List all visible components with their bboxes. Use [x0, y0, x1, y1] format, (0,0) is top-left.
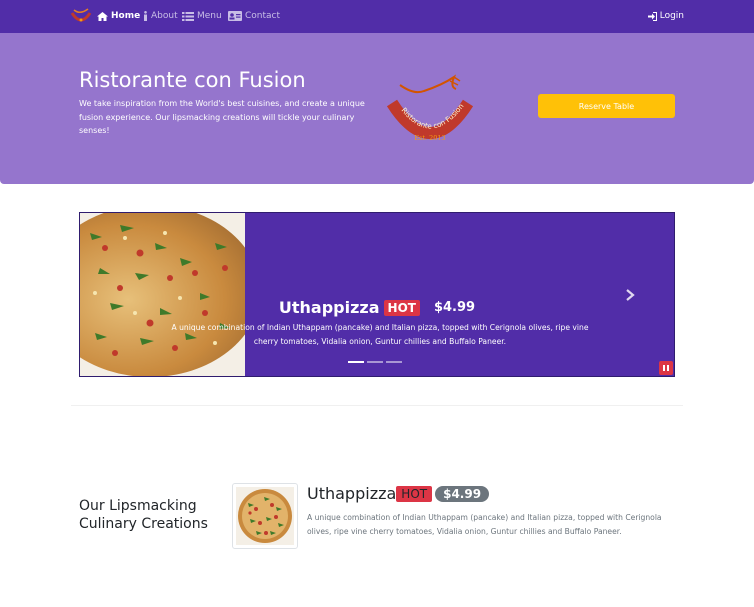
divider	[71, 405, 683, 406]
reserve-table-button[interactable]: Reserve Table	[538, 94, 675, 118]
restaurant-logo: Ristorante con Fusion Est. 2013	[386, 74, 474, 142]
sign-in-icon	[647, 11, 657, 21]
carousel-description: A unique combination of Indian Uthappam …	[171, 323, 589, 346]
uthappizza-image	[80, 213, 245, 376]
featured-dish-name: Uthappizza	[307, 484, 397, 503]
nav-contact[interactable]: Contact	[228, 11, 280, 21]
carousel: Uthappizza HOT $4.99 A unique combination …	[79, 212, 675, 377]
nav-menu[interactable]: Menu	[182, 11, 222, 21]
home-icon	[97, 11, 108, 21]
pause-icon	[663, 365, 665, 371]
featured-dish-heading: Uthappizza HOT $4.99	[307, 484, 490, 503]
nav-about-label: About	[151, 11, 178, 21]
restaurant-tagline: We take inspiration from the World's bes…	[79, 99, 365, 135]
logo-est: Est. 2013	[414, 134, 445, 142]
info-icon	[144, 11, 147, 21]
navbar: Home About Menu Contact Login	[0, 0, 754, 33]
carousel-indicator-2[interactable]	[367, 361, 383, 363]
carousel-next-button[interactable]	[622, 287, 638, 303]
list-icon	[182, 11, 194, 21]
featured-price-badge: $4.99	[435, 485, 490, 502]
carousel-indicators	[348, 361, 402, 363]
section-title: Our Lipsmacking Culinary Creations	[79, 498, 208, 532]
jumbotron: Ristorante con Fusion We take inspiratio…	[0, 33, 754, 184]
carousel-indicator-1[interactable]	[348, 361, 364, 363]
carousel-price: $4.99	[433, 300, 476, 315]
login-button[interactable]: Login	[647, 11, 684, 21]
carousel-dish-name: Uthappizza	[278, 298, 380, 317]
login-label: Login	[659, 11, 684, 21]
chevron-right-icon	[626, 289, 635, 301]
hot-badge: HOT	[383, 299, 420, 316]
uthappizza-thumbnail-image	[236, 487, 294, 545]
ristorante-logo-icon[interactable]	[70, 7, 92, 25]
featured-hot-badge: HOT	[396, 485, 433, 502]
carousel-indicator-3[interactable]	[386, 361, 402, 363]
address-card-icon	[228, 11, 242, 21]
featured-dish-thumbnail	[232, 483, 298, 549]
carousel-caption-title: Uthappizza HOT $4.99	[80, 297, 674, 317]
nav-home[interactable]: Home	[97, 11, 140, 21]
featured-dish-description: A unique combination of Indian Uthappam …	[307, 513, 662, 536]
nav-about[interactable]: About	[143, 11, 178, 21]
restaurant-title: Ristorante con Fusion	[79, 68, 306, 92]
nav-home-label: Home	[111, 11, 141, 21]
carousel-pause-button[interactable]	[659, 361, 673, 375]
nav-menu-label: Menu	[197, 11, 222, 21]
nav-contact-label: Contact	[245, 11, 281, 21]
